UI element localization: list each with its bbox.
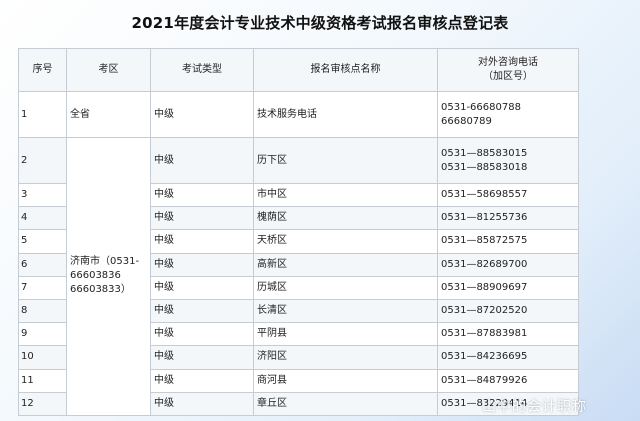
cell-site-name: 济阳区 — [253, 345, 438, 370]
cell-area-jinan: 济南市（0531- 66603836 66603833） — [66, 137, 151, 416]
cell-seq: 11 — [18, 368, 67, 393]
header-site-name: 报名审核点名称 — [253, 48, 438, 92]
cell-site-name: 历城区 — [253, 275, 438, 300]
header-phone: 对外咨询电话 （加区号） — [437, 48, 579, 92]
cell-exam-type: 中级 — [150, 182, 254, 208]
cell-exam-type: 中级 — [150, 206, 254, 231]
cell-seq: 2 — [18, 137, 67, 184]
phone-line1: 0531-66680788 — [441, 101, 521, 113]
cell-exam-type: 中级 — [150, 368, 254, 393]
header-seq: 序号 — [18, 48, 67, 92]
area-jinan-line2: 66603836 — [70, 270, 121, 282]
cell-phone: 0531—58698557 — [437, 182, 579, 208]
area-jinan-line1: 济南市（0531- — [70, 256, 140, 268]
cell-phone: 0531—81255736 — [437, 206, 579, 231]
cell-exam-type: 中级 — [150, 322, 254, 347]
cell-seq: 4 — [18, 206, 67, 231]
cell-exam-type: 中级 — [150, 137, 254, 184]
cell-seq: 6 — [18, 252, 67, 277]
cell-phone: 0531—84879926 — [437, 368, 579, 393]
cell-phone: 0531—82689700 — [437, 252, 579, 277]
cell-site-name: 商河县 — [253, 368, 438, 393]
cell-site-name: 高新区 — [253, 252, 438, 277]
table-header-row: 序号 考区 考试类型 报名审核点名称 对外咨询电话 （加区号） — [18, 48, 579, 92]
area-jinan-line3: 66603833） — [70, 284, 131, 296]
cell-seq: 10 — [18, 345, 67, 370]
cell-seq: 1 — [18, 91, 67, 138]
cell-area: 全省 — [66, 91, 151, 138]
header-phone-line2: （加区号） — [483, 71, 533, 82]
cell-site-name: 长清区 — [253, 298, 438, 324]
cell-phone: 0531—84236695 — [437, 345, 579, 370]
cell-exam-type: 中级 — [150, 91, 254, 138]
cell-exam-type: 中级 — [150, 391, 254, 416]
page-title: 2021年度会计专业技术中级资格考试报名审核点登记表 — [131, 14, 509, 32]
cell-seq: 7 — [18, 275, 67, 300]
cell-phone: 0531—87202520 — [437, 298, 579, 324]
cell-seq: 12 — [18, 391, 67, 416]
cell-exam-type: 中级 — [150, 345, 254, 370]
cell-phone: 0531—88909697 — [437, 275, 579, 300]
cell-site-name: 槐荫区 — [253, 206, 438, 231]
cell-phone: 0531—87883981 — [437, 322, 579, 347]
cell-exam-type: 中级 — [150, 275, 254, 300]
cell-exam-type: 中级 — [150, 298, 254, 324]
cell-seq: 9 — [18, 322, 67, 347]
cell-site-name: 市中区 — [253, 182, 438, 208]
cell-seq: 3 — [18, 182, 67, 208]
table-row: 2 济南市（0531- 66603836 66603833） 中级 历下区 05… — [18, 137, 579, 416]
cell-phone: 0531—88583015 0531—88583018 — [437, 137, 579, 184]
cell-exam-type: 中级 — [150, 252, 254, 277]
cell-phone: 0531—85872575 — [437, 229, 579, 254]
watermark: 山中的会计职称 — [482, 399, 587, 415]
cell-phone: 0531-66680788 66680789 — [437, 91, 579, 138]
phone-line1: 0531—88583015 — [441, 147, 528, 159]
phone-line2: 66680789 — [441, 115, 492, 127]
cell-exam-type: 中级 — [150, 229, 254, 254]
header-area: 考区 — [66, 48, 151, 92]
registration-table: 序号 考区 考试类型 报名审核点名称 对外咨询电话 （加区号） 1 全省 中级 … — [18, 48, 579, 416]
header-exam-type: 考试类型 — [150, 48, 254, 92]
cell-site-name: 天桥区 — [253, 229, 438, 254]
cell-seq: 8 — [18, 298, 67, 324]
cell-seq: 5 — [18, 229, 67, 254]
cell-site-name: 技术服务电话 — [253, 91, 438, 138]
cell-site-name: 章丘区 — [253, 391, 438, 416]
header-phone-line1: 对外咨询电话 — [478, 57, 538, 68]
phone-line2: 0531—88583018 — [441, 161, 528, 173]
table-row: 1 全省 中级 技术服务电话 0531-66680788 66680789 — [18, 91, 579, 138]
cell-site-name: 历下区 — [253, 137, 438, 184]
cell-site-name: 平阴县 — [253, 322, 438, 347]
